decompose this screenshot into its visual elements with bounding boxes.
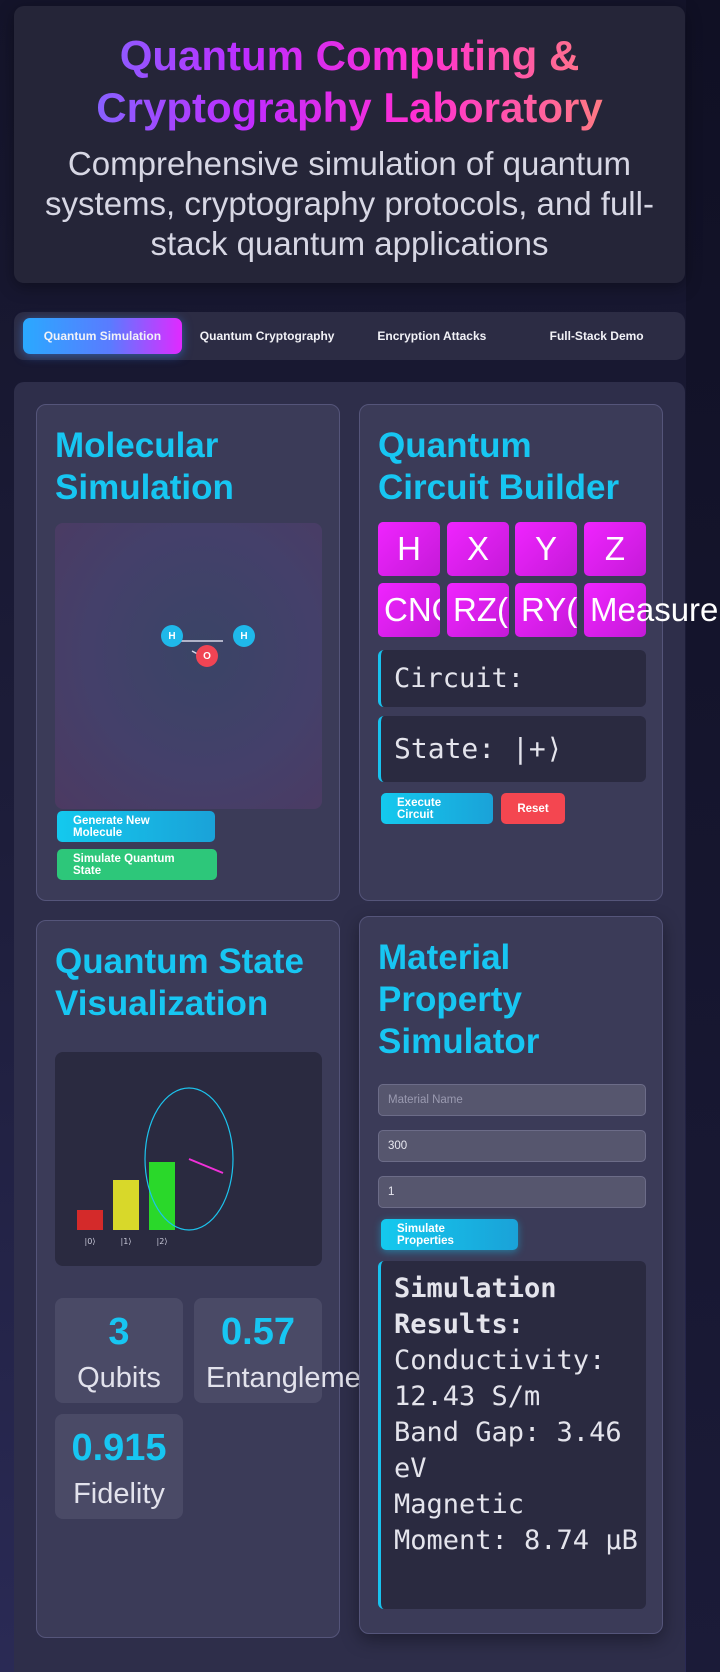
simulate-quantum-state-button[interactable]: Simulate Quantum State [57, 849, 217, 880]
window-edge [686, 0, 720, 1672]
tab-quantum-cryptography[interactable]: Quantum Cryptography [188, 318, 347, 354]
generate-molecule-button[interactable]: Generate New Molecule [57, 811, 215, 842]
probability-bar [113, 1180, 139, 1230]
gate-y-button[interactable]: Y [515, 522, 577, 576]
molecular-simulation-title: Molecular Simulation [55, 426, 234, 507]
material-simulator-title: Material Property Simulator [378, 938, 540, 1061]
fidelity-label: Fidelity [73, 1478, 165, 1510]
state-visualization-card: Quantum State Visualization |0⟩ |1⟩ |2⟩ … [36, 920, 385, 1638]
state-vector [188, 1158, 224, 1174]
fidelity-value: 0.915 [71, 1427, 167, 1469]
qubits-label: Qubits [77, 1362, 161, 1394]
results-heading: Simulation Results: [394, 1273, 573, 1340]
hydrogen-atom: H [161, 625, 183, 647]
tab-quantum-simulation[interactable]: Quantum Simulation [23, 318, 182, 354]
qubits-stat: 3 Qubits [55, 1298, 183, 1403]
entanglement-value: 0.57 [221, 1311, 295, 1353]
bar-label: |1⟩ [121, 1237, 132, 1246]
molecular-simulation-card: Molecular Simulation H H O Generate New … [36, 404, 340, 901]
circuit-display: Circuit: [378, 650, 646, 707]
state-display: State: |+⟩ [378, 716, 646, 782]
gate-x-button[interactable]: X [447, 522, 509, 576]
page-title: Quantum Computing & Cryptography Laborat… [14, 30, 685, 134]
molecule-canvas[interactable]: H H O [55, 523, 322, 809]
hydrogen-atom: H [233, 625, 255, 647]
molecule-bonds [173, 640, 223, 660]
reset-button[interactable]: Reset [501, 793, 565, 824]
entanglement-label: Entanglement [206, 1362, 385, 1394]
circuit-builder-card: Quantum Circuit Builder H X Y Z CNOT RZ(… [359, 404, 718, 901]
conductivity-result: Conductivity: 12.43 S/m [394, 1345, 622, 1412]
gate-z-button[interactable]: Z [584, 522, 646, 576]
page-subtitle: Comprehensive simulation of quantum syst… [45, 145, 654, 262]
state-visualization-canvas: |0⟩ |1⟩ |2⟩ [55, 1052, 322, 1266]
tab-encryption-attacks[interactable]: Encryption Attacks [353, 318, 512, 354]
oxygen-atom: O [196, 645, 218, 667]
probability-bar [77, 1210, 103, 1230]
simulate-properties-button[interactable]: Simulate Properties [381, 1219, 518, 1250]
execute-circuit-button[interactable]: Execute Circuit [381, 793, 493, 824]
circuit-builder-title: Quantum Circuit Builder [378, 426, 620, 507]
material-name-input[interactable] [378, 1084, 646, 1116]
fidelity-stat: 0.915 Fidelity [55, 1414, 183, 1519]
gate-cnot-button[interactable]: CNOT [378, 583, 440, 637]
gate-rz-button[interactable]: RZ(θ) [447, 583, 509, 637]
page-header: Quantum Computing & Cryptography Laborat… [14, 6, 685, 283]
pressure-input[interactable] [378, 1176, 646, 1208]
probability-bar [149, 1162, 175, 1230]
tab-full-stack-demo[interactable]: Full-Stack Demo [517, 318, 676, 354]
material-simulator-card: Material Property Simulator Simulate Pro… [359, 916, 663, 1634]
magnetic-moment-result: Magnetic Moment: 8.74 μB [394, 1489, 638, 1556]
state-visualization-title: Quantum State Visualization [55, 942, 304, 1023]
band-gap-result: Band Gap: 3.46 eV [394, 1417, 638, 1484]
bar-label: |0⟩ [85, 1237, 96, 1246]
gate-h-button[interactable]: H [378, 522, 440, 576]
gate-measure-button[interactable]: Measure [584, 583, 718, 637]
probability-chart: |0⟩ |1⟩ |2⟩ [77, 1087, 234, 1246]
tab-bar: Quantum Simulation Quantum Cryptography … [14, 312, 685, 360]
gate-ry-button[interactable]: RY(θ) [515, 583, 577, 637]
qubits-value: 3 [108, 1311, 130, 1353]
bar-label: |2⟩ [157, 1237, 168, 1246]
simulation-results: Simulation Results: Conductivity: 12.43 … [378, 1261, 646, 1609]
entanglement-stat: 0.57 Entanglement [194, 1298, 385, 1403]
temperature-input[interactable] [378, 1130, 646, 1162]
